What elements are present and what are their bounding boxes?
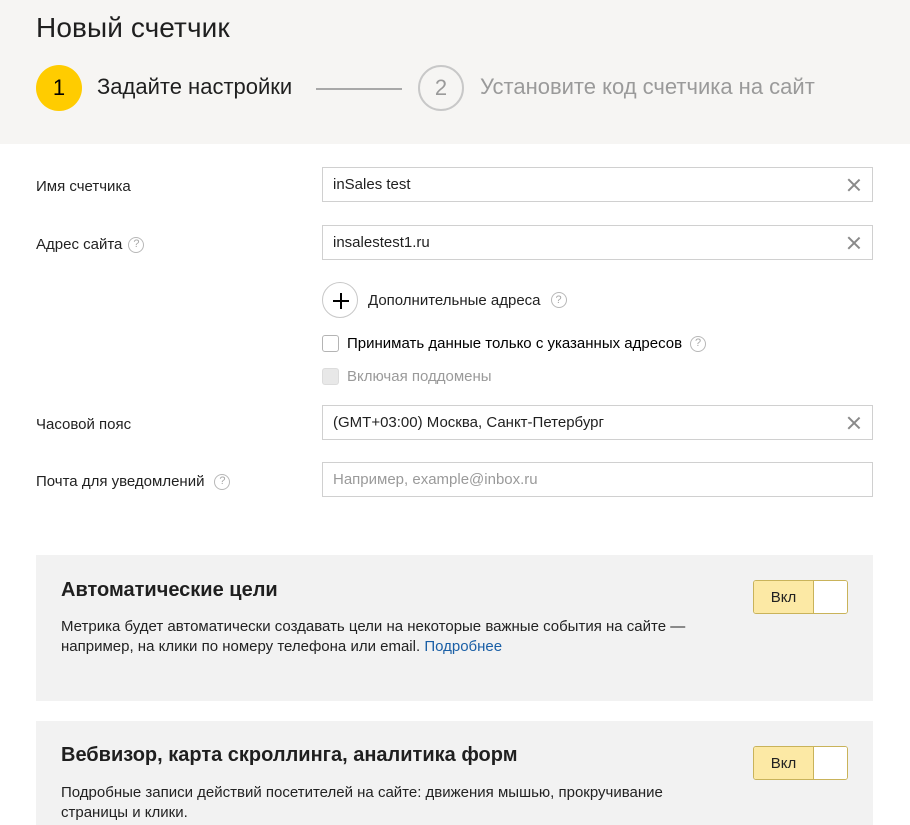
step-2-indicator: 2 [418, 65, 464, 111]
include-subdomains-label: Включая поддомены [347, 368, 492, 385]
site-address-value[interactable]: insalestest1.ru [333, 234, 846, 251]
page-title: Новый счетчик [36, 12, 230, 43]
timezone-value[interactable]: (GMT+03:00) Москва, Санкт-Петербург [333, 414, 846, 431]
timezone-label: Часовой пояс [36, 416, 131, 433]
counter-name-label-text: Имя счетчика [36, 178, 131, 195]
accept-only-listed-checkbox[interactable] [322, 335, 339, 352]
page-header: Новый счетчик 1 Задайте настройки 2 Уста… [0, 0, 910, 144]
accept-only-listed-label[interactable]: Принимать данные только с указанных адре… [347, 335, 682, 352]
additional-addresses-row: Дополнительные адреса ? [322, 282, 567, 318]
auto-goals-panel: Автоматические цели Метрика будет автома… [36, 555, 873, 701]
timezone-label-text: Часовой пояс [36, 416, 132, 433]
site-address-label: Адрес сайта ? [36, 236, 145, 253]
clear-icon[interactable] [846, 177, 862, 193]
counter-name-value[interactable]: inSales test [333, 176, 846, 193]
toggle-on-label[interactable]: Вкл [754, 747, 814, 779]
step-1-indicator: 1 [36, 65, 82, 111]
auto-goals-description-text: Метрика будет автоматически создавать це… [61, 618, 686, 655]
site-address-input[interactable]: insalestest1.ru [322, 225, 873, 260]
toggle-knob[interactable] [814, 747, 847, 779]
counter-name-label: Имя счетчика [36, 178, 131, 195]
help-icon[interactable]: ? [690, 335, 707, 352]
site-address-label-text: Адрес сайта [36, 236, 123, 253]
include-subdomains-row: Включая поддомены [322, 368, 492, 385]
auto-goals-description: Метрика будет автоматически создавать це… [61, 617, 701, 657]
notification-email-placeholder[interactable]: Например, example@inbox.ru [333, 471, 862, 488]
timezone-select[interactable]: (GMT+03:00) Москва, Санкт-Петербург [322, 405, 873, 440]
webvisor-panel: Вебвизор, карта скроллинга, аналитика фо… [36, 721, 873, 825]
toggle-on-label[interactable]: Вкл [754, 581, 814, 613]
auto-goals-toggle[interactable]: Вкл [753, 580, 848, 614]
webvisor-description: Подробные записи действий посетителей на… [61, 784, 663, 821]
notification-email-label-text: Почта для уведомлений [36, 473, 205, 490]
include-subdomains-checkbox [322, 368, 339, 385]
clear-icon[interactable] [846, 235, 862, 251]
webvisor-title: Вебвизор, карта скроллинга, аналитика фо… [61, 744, 518, 766]
help-icon[interactable]: ? [128, 236, 145, 253]
accept-only-listed-row[interactable]: Принимать данные только с указанных адре… [322, 335, 707, 352]
toggle-knob[interactable] [814, 581, 847, 613]
notification-email-input[interactable]: Например, example@inbox.ru [322, 462, 873, 497]
webvisor-toggle[interactable]: Вкл [753, 746, 848, 780]
step-divider [316, 88, 402, 90]
step-2-label: Установите код счетчика на сайт [480, 74, 815, 99]
add-address-button[interactable] [322, 282, 358, 318]
additional-addresses-label[interactable]: Дополнительные адреса [368, 292, 541, 309]
help-icon[interactable]: ? [214, 473, 231, 490]
step-1-label: Задайте настройки [97, 74, 293, 99]
help-icon[interactable]: ? [550, 292, 567, 308]
clear-icon[interactable] [846, 415, 862, 431]
auto-goals-title: Автоматические цели [61, 579, 278, 601]
counter-name-input[interactable]: inSales test [322, 167, 873, 202]
notification-email-label: Почта для уведомлений ? [36, 473, 231, 490]
more-info-link[interactable]: Подробнее [424, 638, 502, 655]
